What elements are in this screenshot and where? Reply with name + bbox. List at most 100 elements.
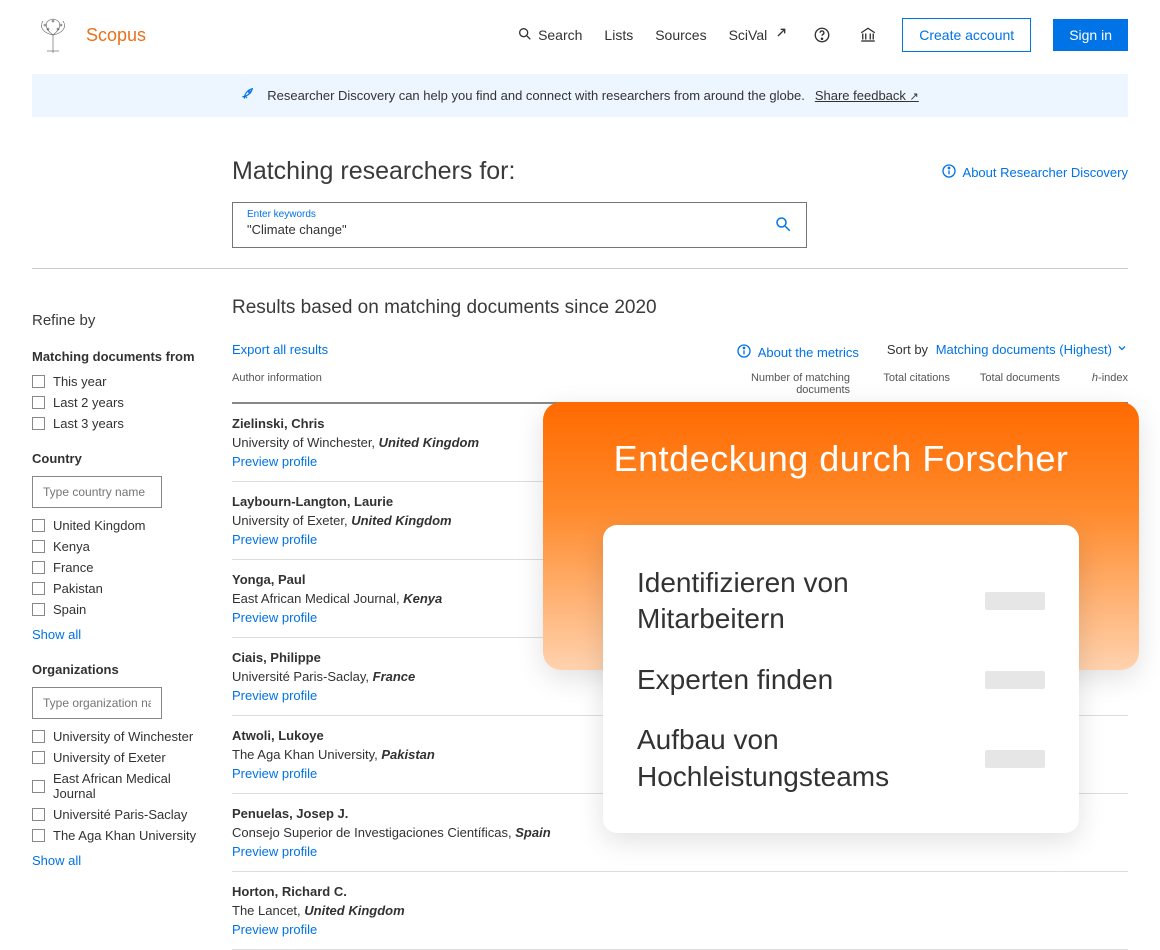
facet-option[interactable]: Last 2 years (32, 395, 212, 410)
facet-option-label: Kenya (53, 539, 90, 554)
nav-sources[interactable]: Sources (655, 27, 706, 43)
chevron-down-icon (1116, 342, 1128, 357)
nav-scival[interactable]: SciVal (729, 26, 789, 45)
sort-by-label: Sort by (887, 342, 928, 357)
facet-option-label: East African Medical Journal (53, 771, 212, 801)
facet-option[interactable]: The Aga Khan University (32, 828, 212, 843)
checkbox-icon (32, 780, 45, 793)
facet-option-label: Last 3 years (53, 416, 124, 431)
placeholder-bar (985, 671, 1045, 689)
about-researcher-discovery-link[interactable]: About Researcher Discovery (941, 163, 1128, 182)
checkbox-icon (32, 375, 45, 388)
facet-option[interactable]: Pakistan (32, 581, 212, 596)
create-account-button[interactable]: Create account (902, 18, 1031, 52)
logo[interactable]: Scopus (32, 14, 146, 56)
placeholder-bar (985, 592, 1045, 610)
facet-option[interactable]: Spain (32, 602, 212, 617)
facet-option-label: This year (53, 374, 106, 389)
checkbox-icon (32, 603, 45, 616)
org-filter-input[interactable] (32, 687, 162, 719)
preview-profile-link[interactable]: Preview profile (232, 922, 317, 937)
facet-option[interactable]: Kenya (32, 539, 212, 554)
sort-select[interactable]: Matching documents (Highest) (936, 342, 1128, 357)
facet-orgs-title: Organizations (32, 662, 212, 677)
facet-orgs: University of Winchester University of Ex… (32, 729, 212, 843)
placeholder-bar (985, 750, 1045, 768)
checkbox-icon (32, 519, 45, 532)
facet-option[interactable]: This year (32, 374, 212, 389)
facet-option[interactable]: Last 3 years (32, 416, 212, 431)
nav-lists[interactable]: Lists (604, 27, 633, 43)
refine-sidebar: Refine by Matching documents from This y… (32, 312, 212, 868)
checkbox-icon (32, 582, 45, 595)
facet-option-label: France (53, 560, 93, 575)
preview-profile-link[interactable]: Preview profile (232, 610, 317, 625)
promo-item: Identifizieren von Mitarbeitern (637, 565, 1045, 638)
top-nav: Search Lists Sources SciVal Create accou… (517, 18, 1128, 52)
results-toolbar: Export all results About the metrics Sor… (232, 337, 1128, 362)
brand-name: Scopus (86, 25, 146, 46)
country-filter-input[interactable] (32, 476, 162, 508)
keyword-search-box[interactable]: Enter keywords (232, 202, 807, 248)
search-submit-button[interactable] (774, 215, 792, 233)
facet-docs-from: This year Last 2 years Last 3 years (32, 374, 212, 431)
facet-option-label: Spain (53, 602, 86, 617)
facet-option-label: Pakistan (53, 581, 103, 596)
facet-option[interactable]: East African Medical Journal (32, 771, 212, 801)
facet-option[interactable]: University of Exeter (32, 750, 212, 765)
promo-item-text: Experten finden (637, 662, 969, 698)
search-icon (517, 26, 533, 45)
facet-option[interactable]: University of Winchester (32, 729, 212, 744)
search-input[interactable] (247, 220, 774, 237)
preview-profile-link[interactable]: Preview profile (232, 454, 317, 469)
help-icon[interactable] (810, 23, 834, 47)
nav-search[interactable]: Search (517, 26, 582, 45)
checkbox-icon (32, 751, 45, 764)
promo-item-text: Aufbau von Hochleistungsteams (637, 722, 969, 795)
preview-profile-link[interactable]: Preview profile (232, 844, 317, 859)
facet-option-label: University of Winchester (53, 729, 193, 744)
elsevier-tree-icon (32, 14, 74, 56)
results-heading: Results based on matching documents sinc… (232, 297, 1128, 319)
preview-profile-link[interactable]: Preview profile (232, 688, 317, 703)
preview-profile-link[interactable]: Preview profile (232, 532, 317, 547)
facet-docs-from-title: Matching documents from (32, 349, 212, 364)
col-citations: Total citations (850, 372, 950, 396)
checkbox-icon (32, 417, 45, 430)
rocket-icon (241, 86, 257, 105)
checkbox-icon (32, 829, 45, 842)
banner-text: Researcher Discovery can help you find a… (267, 88, 805, 103)
about-metrics-link[interactable]: About the metrics (736, 343, 859, 362)
promo-title: Entdeckung durch Forscher (573, 438, 1109, 480)
facet-option-label: Université Paris-Saclay (53, 807, 187, 822)
info-icon (736, 343, 752, 362)
preview-profile-link[interactable]: Preview profile (232, 766, 317, 781)
author-name[interactable]: Horton, Richard C. (232, 884, 1128, 899)
facet-option[interactable]: Université Paris-Saclay (32, 807, 212, 822)
checkbox-icon (32, 808, 45, 821)
facet-option-label: United Kingdom (53, 518, 146, 533)
facet-option[interactable]: France (32, 560, 212, 575)
promo-item: Experten finden (637, 662, 1045, 698)
sign-in-button[interactable]: Sign in (1053, 19, 1128, 51)
institution-icon[interactable] (856, 23, 880, 47)
orgs-show-all[interactable]: Show all (32, 853, 81, 868)
external-link-icon: ↗ (910, 91, 919, 103)
col-total-docs: Total documents (950, 372, 1060, 396)
export-all-link[interactable]: Export all results (232, 342, 328, 357)
share-feedback-link[interactable]: Share feedback ↗ (815, 88, 919, 104)
facet-option[interactable]: United Kingdom (32, 518, 212, 533)
checkbox-icon (32, 561, 45, 574)
checkbox-icon (32, 396, 45, 409)
page-title: Matching researchers for: (232, 157, 515, 186)
table-row: Horton, Richard C.The Lancet, United Kin… (232, 872, 1128, 950)
checkbox-icon (32, 730, 45, 743)
country-show-all[interactable]: Show all (32, 627, 81, 642)
facet-option-label: The Aga Khan University (53, 828, 196, 843)
checkbox-icon (32, 540, 45, 553)
facet-option-label: Last 2 years (53, 395, 124, 410)
header: Scopus Search Lists Sources SciVal Creat… (0, 0, 1160, 70)
promo-item-text: Identifizieren von Mitarbeitern (637, 565, 969, 638)
col-matching: Number of matching documents (700, 372, 850, 396)
facet-country: United Kingdom Kenya France Pakistan Spain (32, 518, 212, 617)
